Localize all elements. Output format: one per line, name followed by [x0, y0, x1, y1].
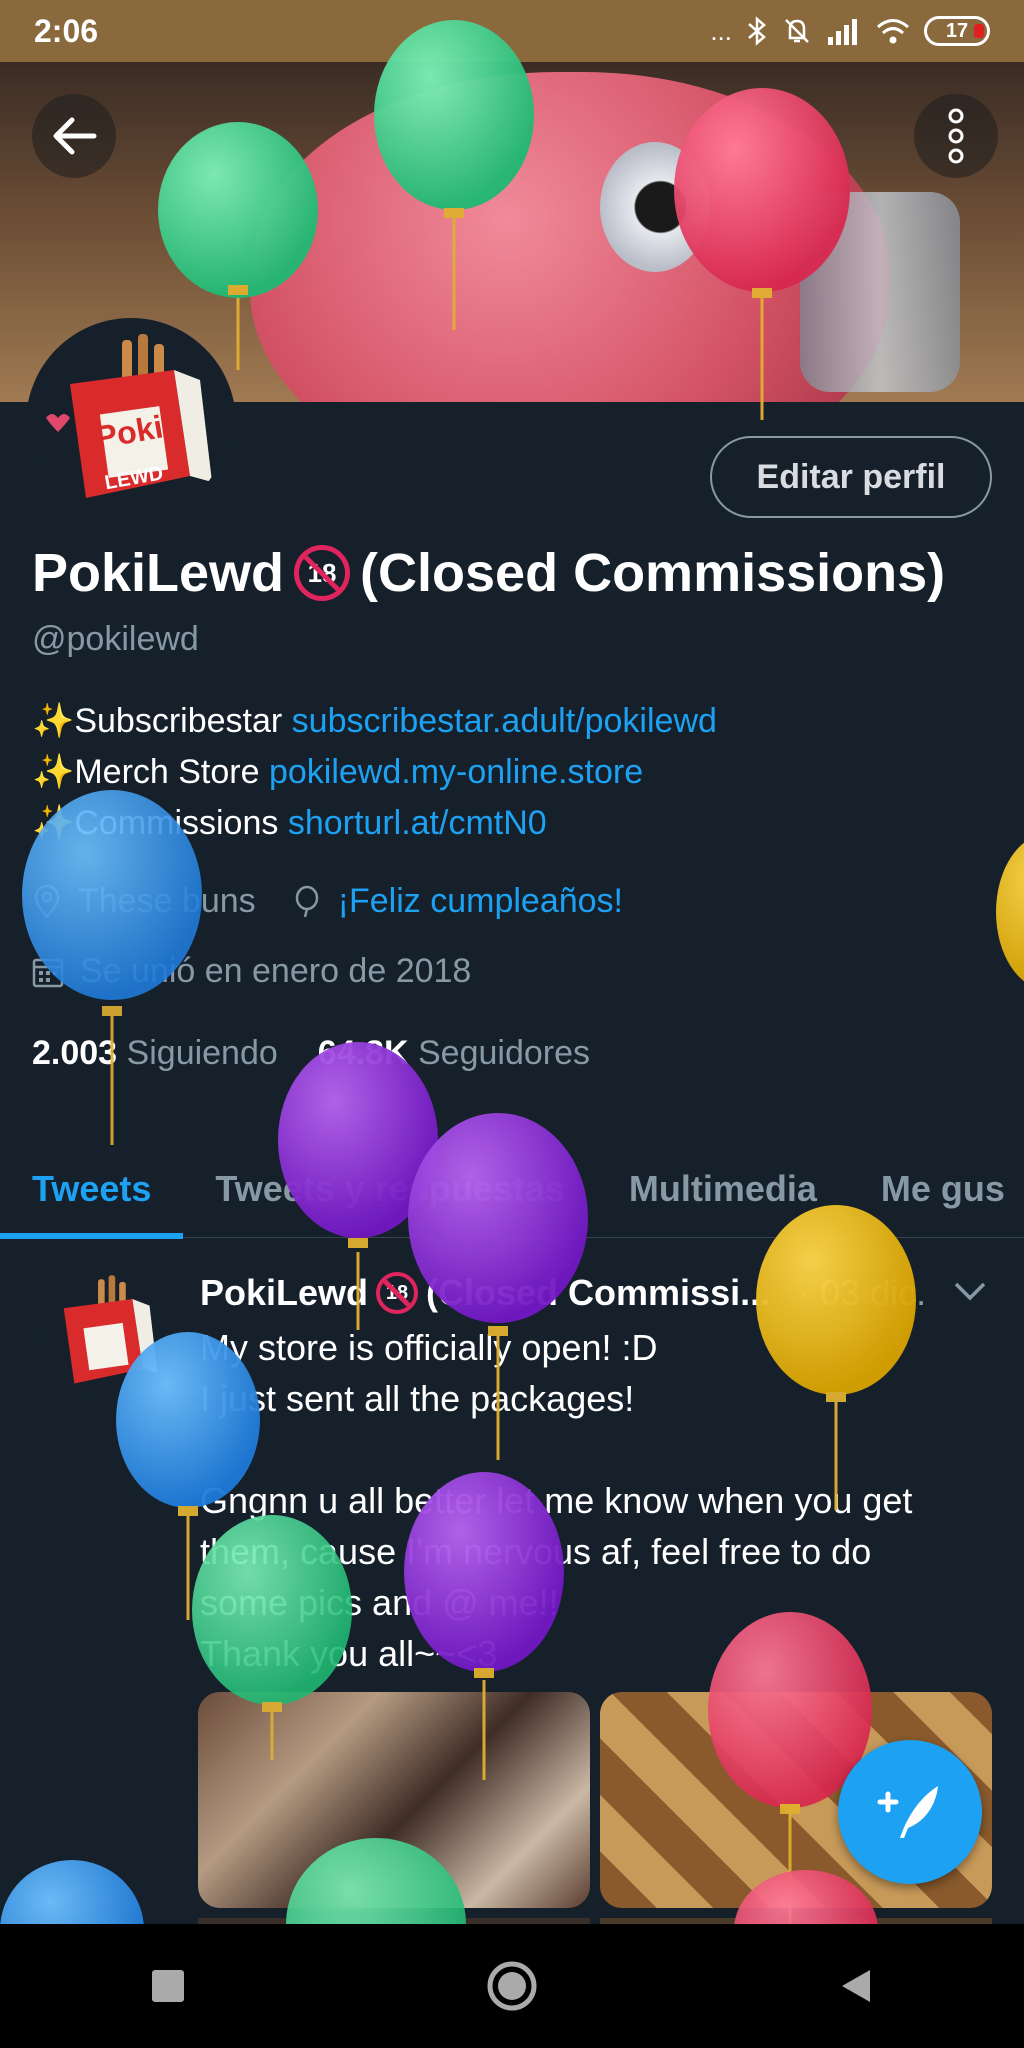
status-icons: ... 17 — [710, 16, 990, 47]
compose-feather-icon — [877, 1786, 938, 1838]
tweet-text: My store is officially open! :D I just s… — [200, 1322, 1000, 1679]
balloon-icon — [295, 885, 318, 917]
profile-display-name: PokiLewd — [32, 543, 285, 603]
calendar-icon — [32, 958, 64, 987]
profile-joined: Se unió en enero de 2018 — [80, 952, 472, 990]
tweet-date: · 03 dic. — [798, 1272, 927, 1313]
adult-badge-icon: 18 — [376, 1272, 419, 1314]
followers-stat[interactable]: 64.8K Seguidores — [318, 1034, 590, 1073]
profile-avatar[interactable]: Poki LEWD — [26, 318, 236, 528]
bio-line: ✨Merch Store pokilewd.my-online.store — [32, 747, 717, 798]
tweet-line: My store is officially open! :D — [200, 1327, 658, 1368]
home-icon[interactable] — [484, 1958, 540, 2014]
banner-toy-eye — [600, 142, 710, 272]
profile-location: These buns — [78, 882, 256, 920]
tweet-media-image[interactable] — [198, 1692, 590, 1908]
back-button[interactable] — [32, 94, 116, 178]
bio-line: ✨Commissions shorturl.at/cmtN0 — [32, 798, 717, 849]
profile-handle: @pokilewd — [32, 620, 199, 658]
following-count: 2.003 — [32, 1034, 118, 1072]
profile-meta-row: These buns ¡Feliz cumpleaños! — [32, 882, 623, 921]
tab-likes[interactable]: Me gus — [849, 1140, 1024, 1238]
bio-link-commissions[interactable]: shorturl.at/cmtN0 — [288, 804, 547, 842]
tab-media[interactable]: Multimedia — [597, 1140, 849, 1238]
sparkles-icon: ✨ — [32, 702, 75, 740]
system-navigation-bar — [0, 1924, 1024, 2048]
profile-name: PokiLewd 18 (Closed Commissions) — [32, 542, 945, 604]
bio-link-subscribestar[interactable]: subscribestar.adult/pokilewd — [292, 702, 717, 740]
profile-stats: 2.003 Siguiendo 64.8K Seguidores — [32, 1034, 590, 1073]
mute-icon — [785, 19, 809, 43]
battery-level: 17 — [945, 19, 969, 42]
bio-line: ✨Subscribestar subscribestar.adult/pokil… — [32, 696, 717, 747]
more-notifications-icon: ... — [710, 15, 732, 46]
tweet-line: them, cause I'm nervous af, feel free to… — [200, 1531, 872, 1572]
tweet-line: some pics and @ me!! — [200, 1582, 559, 1623]
tab-tweets-and-replies[interactable]: Tweets y respuestas — [183, 1140, 597, 1238]
tweet-line — [200, 1424, 1000, 1475]
adult-badge-text: 18 — [307, 557, 337, 588]
profile-name-suffix: (Closed Commissions) — [360, 543, 946, 603]
back-triangle-icon[interactable] — [836, 1966, 876, 2006]
profile-bio: ✨Subscribestar subscribestar.adult/pokil… — [32, 696, 717, 849]
followers-count: 64.8K — [317, 1034, 409, 1072]
battery-icon: 17 — [924, 16, 990, 46]
tweet-author-suffix: (Closed Commissi... — [426, 1272, 771, 1313]
tab-tweets[interactable]: Tweets — [0, 1140, 184, 1239]
status-time: 2:06 — [34, 12, 99, 49]
followers-label: Seguidores — [417, 1034, 590, 1072]
bio-link-merch-store[interactable]: pokilewd.my-online.store — [269, 753, 643, 791]
bio-label: Commissions — [74, 804, 288, 842]
profile-joined-row: Se unió en enero de 2018 — [32, 952, 471, 991]
tweet-avatar[interactable] — [40, 1270, 168, 1398]
poki-box-small-illustration — [40, 1270, 168, 1398]
status-bar: 2:06 ... 17 — [0, 0, 1024, 62]
tweet-author-name[interactable]: PokiLewd — [200, 1272, 368, 1314]
chevron-down-icon[interactable] — [952, 1280, 988, 1304]
tweet-line: Gngnn u all better let me know when you … — [200, 1480, 913, 1521]
recent-apps-icon[interactable] — [148, 1966, 188, 2006]
wifi-icon — [877, 19, 909, 44]
sparkles-icon: ✨ — [32, 753, 75, 791]
tweet-line: Thank you all~~<3 — [200, 1633, 498, 1674]
bio-label: Subscribestar — [74, 702, 292, 740]
tweet-header: PokiLewd 18 (Closed Commissi... · 03 dic… — [200, 1272, 926, 1314]
tweet-badge-text: 18 — [385, 1281, 409, 1304]
following-stat[interactable]: 2.003 Siguiendo — [32, 1034, 278, 1073]
more-options-button[interactable] — [914, 94, 998, 178]
following-label: Siguiendo — [126, 1034, 278, 1072]
banner-background-object — [800, 192, 960, 392]
vertical-dots-icon — [948, 108, 964, 164]
poki-box-illustration: Poki LEWD — [34, 326, 228, 520]
location-pin-icon — [34, 884, 60, 919]
compose-tweet-button[interactable] — [838, 1740, 982, 1884]
bio-label: Merch Store — [74, 753, 269, 791]
arrow-left-icon — [53, 117, 97, 155]
signal-icon — [828, 19, 857, 45]
birthday-link[interactable]: ¡Feliz cumpleaños! — [338, 882, 623, 921]
profile-tabs: Tweets Tweets y respuestas Multimedia Me… — [0, 1140, 1024, 1239]
bluetooth-icon — [748, 16, 766, 46]
tweet-line: I just sent all the packages! — [200, 1378, 635, 1419]
sparkles-icon: ✨ — [32, 804, 75, 842]
adult-badge-icon: 18 — [294, 545, 351, 601]
banner-toy-blob — [250, 72, 890, 402]
avatar-image: Poki LEWD — [34, 326, 228, 520]
yellow-balloon — [996, 842, 1024, 982]
edit-profile-button[interactable]: Editar perfil — [710, 436, 992, 518]
